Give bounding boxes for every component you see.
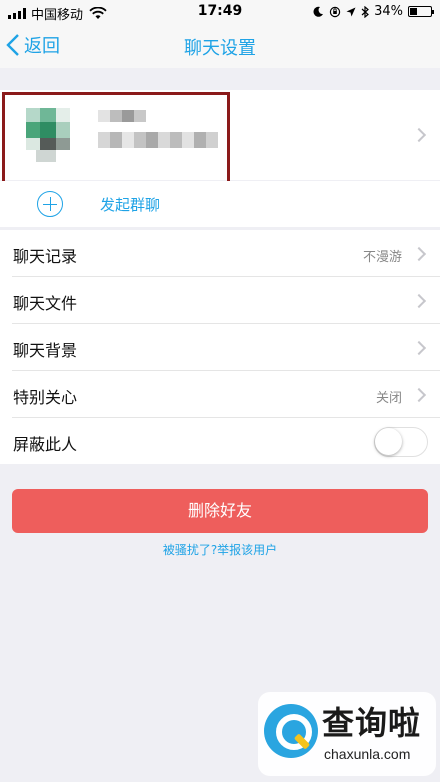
group-chat-label: 发起群聊 (100, 196, 161, 214)
row-value: 关闭 (375, 391, 402, 406)
row-chat-files[interactable]: 聊天文件 (0, 277, 440, 324)
row-label: 屏蔽此人 (13, 435, 78, 454)
row-chat-background[interactable]: 聊天背景 (0, 324, 440, 371)
bluetooth-icon (361, 5, 370, 18)
chevron-right-icon (411, 387, 427, 403)
toggle-knob (375, 428, 402, 455)
highlight-box (2, 92, 230, 184)
row-label: 聊天记录 (13, 247, 78, 266)
start-group-chat[interactable]: 发起群聊 (0, 181, 440, 227)
delete-friend-button[interactable]: 删除好友 (12, 489, 428, 533)
page-title: 聊天设置 (184, 38, 256, 59)
row-special-care[interactable]: 特别关心 关闭 (0, 371, 440, 418)
plus-circle-icon (37, 191, 63, 217)
chevron-right-icon (411, 293, 427, 309)
report-user-link[interactable]: 被骚扰了?举报该用户 (0, 541, 440, 558)
battery-fill (410, 8, 417, 15)
settings-list: 聊天记录 不漫游 聊天文件 聊天背景 特别关心 关闭 屏蔽此人 (0, 230, 440, 464)
watermark-url: chaxunla.com (324, 746, 411, 762)
battery-percent: 34% (374, 4, 403, 19)
chevron-right-icon (411, 340, 427, 356)
profile-card[interactable] (0, 90, 440, 184)
watermark: 查询啦 chaxunla.com (258, 692, 436, 776)
nav-bar: 返回 聊天设置 (0, 24, 440, 68)
row-label: 聊天文件 (13, 294, 78, 313)
watermark-text: 查询啦 (322, 704, 422, 742)
moon-icon (313, 6, 324, 17)
row-value: 不漫游 (362, 250, 402, 265)
status-bar: 中国移动 17:49 34% (0, 0, 440, 24)
row-label: 聊天背景 (13, 341, 78, 360)
row-label: 特别关心 (13, 388, 78, 407)
location-icon (346, 7, 356, 16)
row-chat-history[interactable]: 聊天记录 不漫游 (0, 230, 440, 277)
block-toggle[interactable] (374, 427, 428, 457)
orientation-lock-icon (329, 6, 341, 17)
magnifier-logo-icon (264, 704, 318, 758)
chevron-right-icon (411, 127, 427, 143)
battery-icon (408, 6, 434, 17)
status-right: 34% (313, 4, 434, 19)
row-block-user: 屏蔽此人 (0, 418, 440, 465)
chevron-right-icon (411, 246, 427, 262)
